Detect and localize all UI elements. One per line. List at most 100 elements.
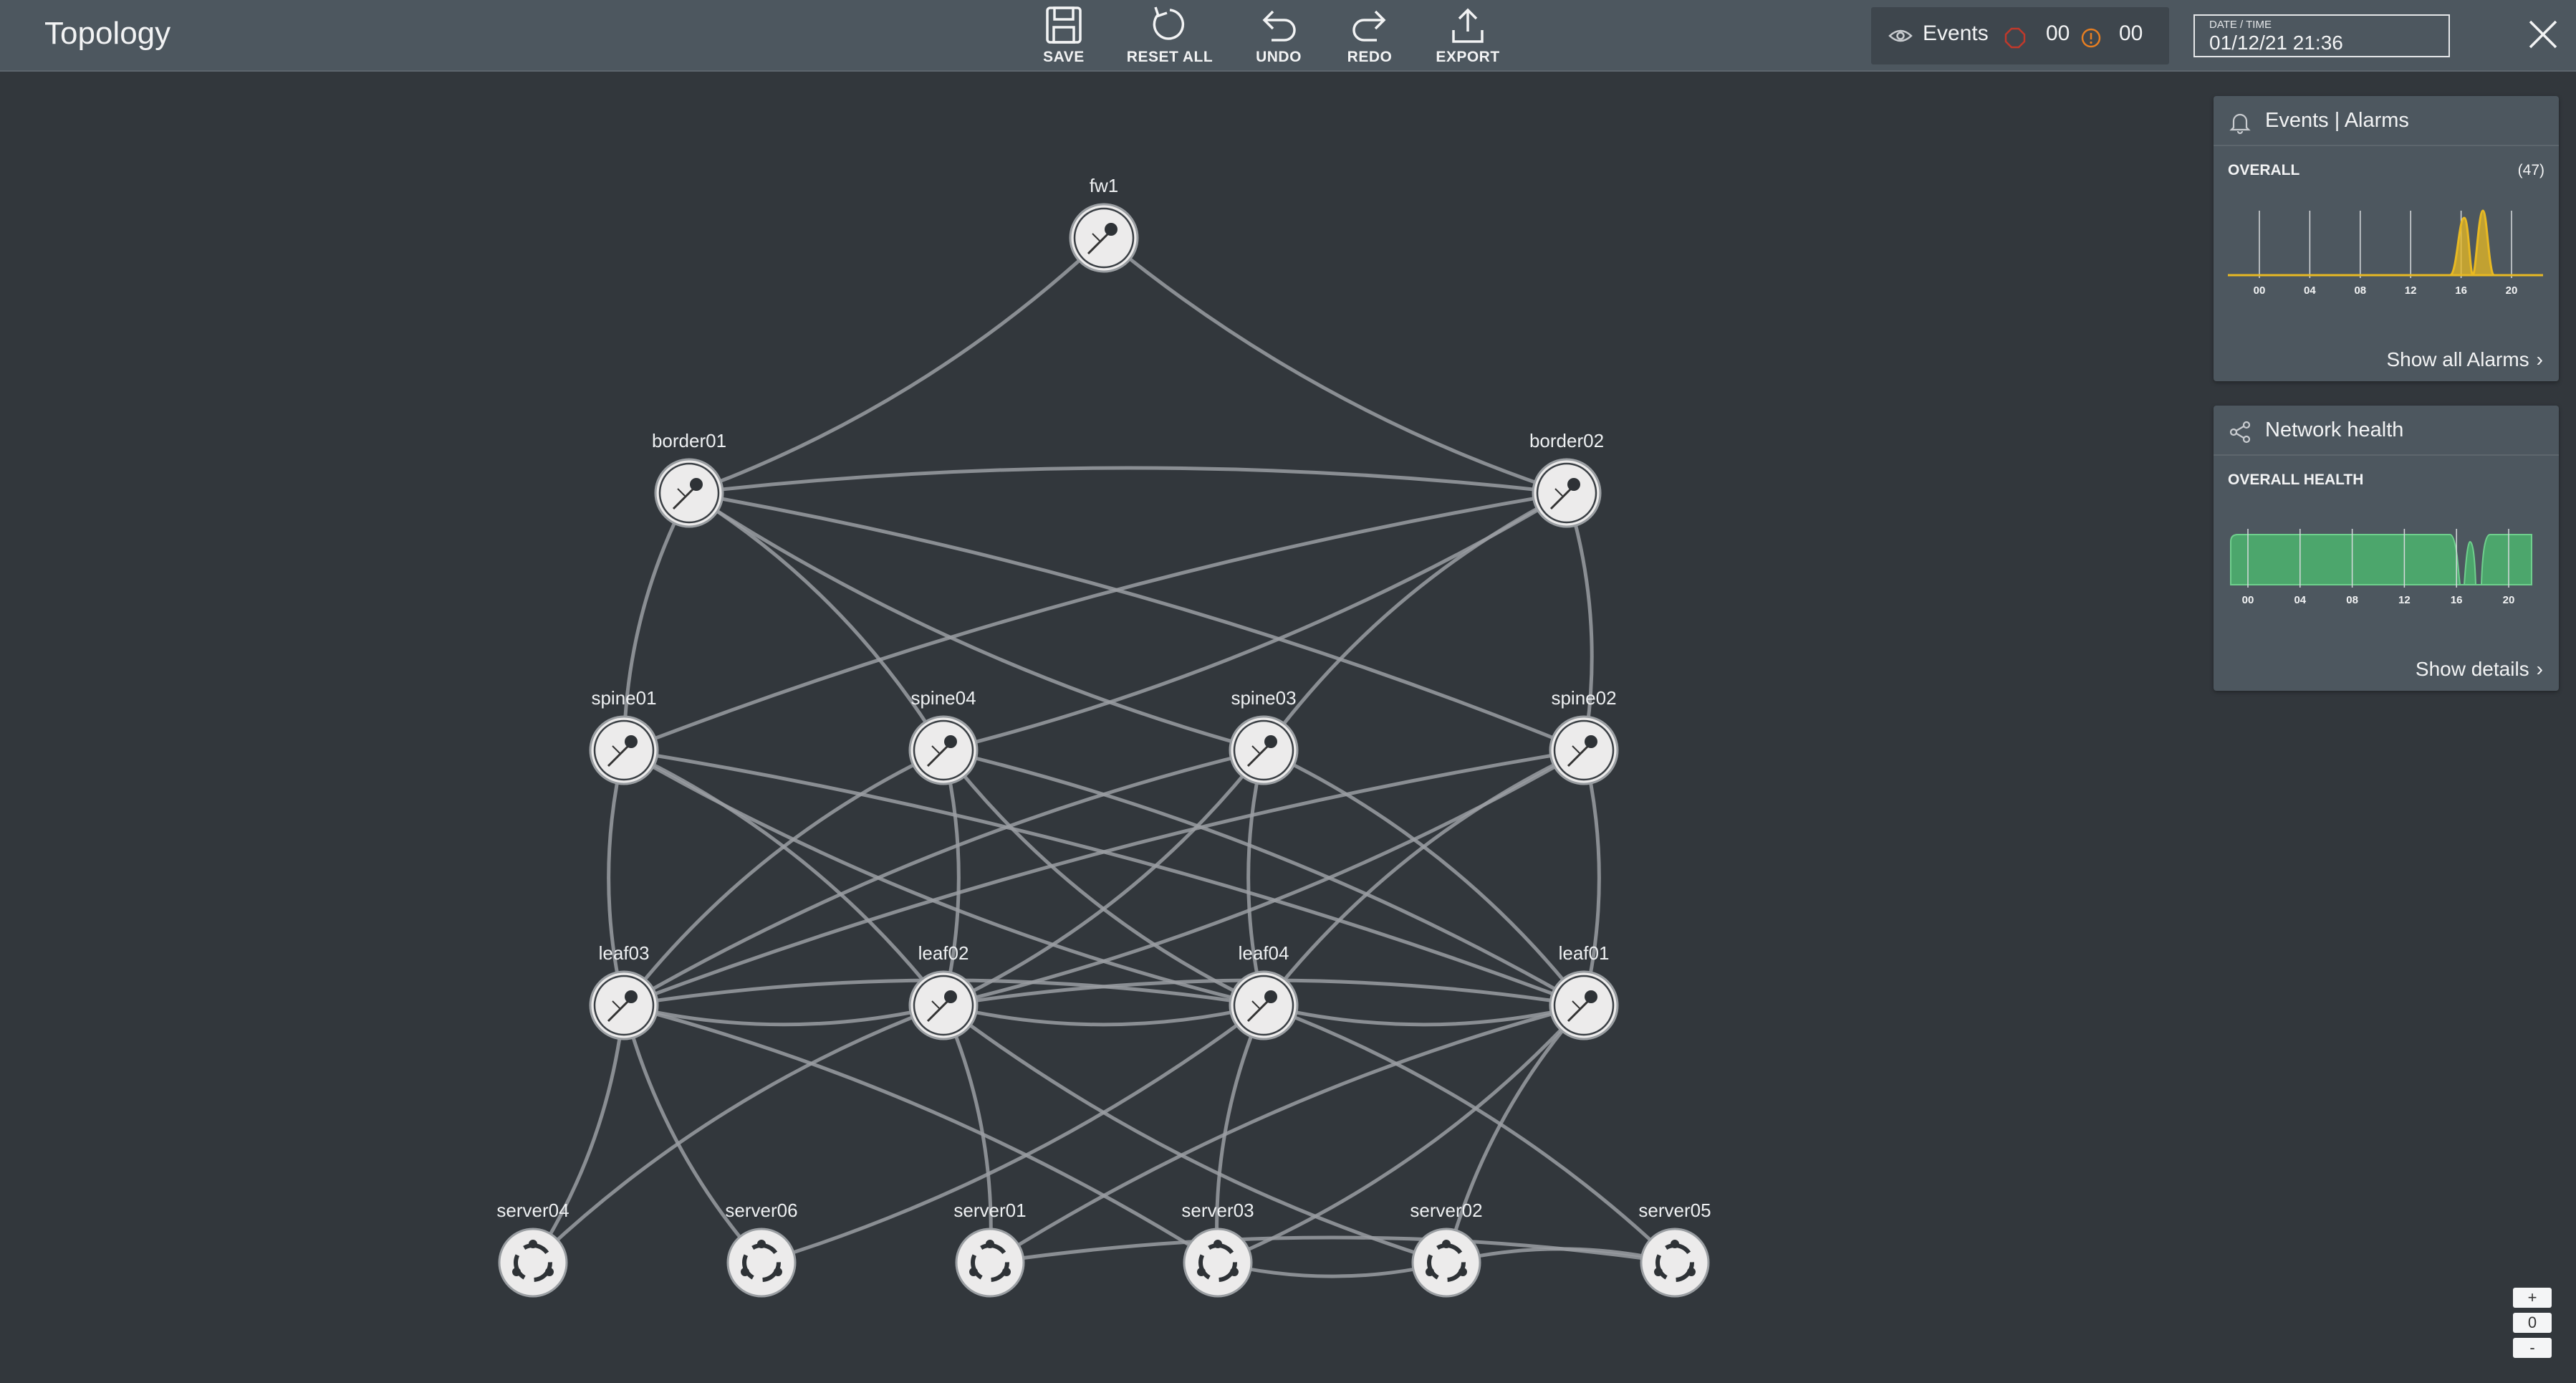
switch-icon: [908, 715, 979, 785]
show-details-link[interactable]: Show details ›: [2416, 658, 2543, 681]
alarms-chart-ticks: 00 04 08 12 16 20: [2254, 284, 2518, 297]
link-leaf03-leaf02[interactable]: [623, 1003, 944, 1027]
tick-label: 08: [2354, 284, 2366, 297]
node-leaf01[interactable]: leaf01: [1549, 942, 1619, 1040]
server-icon: [499, 1229, 567, 1296]
link-spine04-leaf04[interactable]: [942, 749, 1265, 1008]
alarms-overall-label: OVERALL: [2228, 162, 2300, 178]
node-spine02[interactable]: spine02: [1549, 687, 1619, 785]
link-border01-spine01[interactable]: [622, 492, 691, 751]
node-leaf03[interactable]: leaf03: [589, 942, 659, 1040]
link-spine04-leaf02[interactable]: [941, 750, 961, 1006]
network-health-title: Network health: [2265, 418, 2404, 441]
show-all-alarms-label: Show all Alarms: [2386, 348, 2529, 370]
link-spine02-leaf04[interactable]: [1262, 748, 1585, 1007]
link-leaf03-server04[interactable]: [531, 1005, 626, 1264]
node-label: server04: [496, 1200, 569, 1221]
show-details-label: Show details: [2415, 658, 2529, 680]
show-all-alarms-link[interactable]: Show all Alarms ›: [2386, 348, 2543, 371]
server-icon: [1641, 1229, 1708, 1296]
link-leaf01-server03[interactable]: [1217, 1004, 1585, 1265]
links-layer: [531, 236, 1676, 1278]
link-leaf04-server05[interactable]: [1263, 1003, 1676, 1264]
link-leaf02-leaf04[interactable]: [943, 1003, 1264, 1027]
node-label: leaf02: [918, 942, 969, 964]
link-border02-spine02[interactable]: [1565, 492, 1594, 751]
link-spine03-leaf01[interactable]: [1262, 748, 1585, 1007]
tick-label: 12: [2405, 284, 2417, 297]
events-alarms-panel: Events | Alarms OVERALL (47) 00 04 08 12 16 2…: [2214, 96, 2559, 381]
topology-graph[interactable]: fw1 border01 border02 spine01 spine04 spine03…: [0, 0, 2576, 1383]
tick-label: 00: [2254, 284, 2266, 297]
node-leaf04[interactable]: leaf04: [1229, 942, 1299, 1040]
link-border02-spine04[interactable]: [943, 491, 1568, 752]
link-leaf02-server01[interactable]: [941, 1004, 993, 1263]
node-spine03[interactable]: spine03: [1229, 687, 1299, 785]
zoom-out-button[interactable]: -: [2513, 1338, 2552, 1358]
link-leaf04-leaf01[interactable]: [1263, 1003, 1585, 1027]
node-label: leaf03: [599, 942, 650, 964]
node-server06[interactable]: server06: [725, 1200, 798, 1296]
link-spine01-leaf03[interactable]: [607, 750, 626, 1006]
link-leaf02-server02[interactable]: [942, 1004, 1447, 1265]
link-spine01-leaf04[interactable]: [623, 748, 1264, 1008]
link-spine02-leaf03[interactable]: [623, 748, 1585, 1008]
switch-icon: [589, 715, 659, 785]
node-spine01[interactable]: spine01: [589, 687, 659, 785]
switch-icon: [1532, 458, 1602, 528]
link-border01-border02[interactable]: [688, 466, 1567, 495]
node-label: server02: [1410, 1200, 1482, 1221]
node-server02[interactable]: server02: [1410, 1200, 1483, 1296]
server-icon: [1184, 1229, 1251, 1296]
node-leaf02[interactable]: leaf02: [908, 942, 979, 1040]
link-spine04-leaf03[interactable]: [623, 748, 945, 1007]
link-border02-spine01[interactable]: [623, 491, 1567, 752]
node-border02[interactable]: border02: [1529, 430, 1604, 528]
link-spine01-leaf02[interactable]: [623, 748, 945, 1007]
node-server04[interactable]: server04: [496, 1200, 569, 1296]
link-border01-spine03[interactable]: [688, 491, 1264, 752]
link-leaf04-server06[interactable]: [761, 1004, 1265, 1265]
node-label: leaf04: [1239, 942, 1289, 964]
alarms-chart: 00 04 08 12 16 20: [2228, 209, 2543, 297]
switch-icon: [1549, 715, 1619, 785]
link-border02-spine03[interactable]: [1261, 491, 1568, 752]
switch-icon: [654, 458, 724, 528]
node-label: fw1: [1090, 175, 1118, 196]
server-icon: [956, 1229, 1024, 1296]
zoom-in-button[interactable]: +: [2513, 1288, 2552, 1308]
node-label: server06: [725, 1200, 797, 1221]
node-label: server01: [953, 1200, 1026, 1221]
node-server05[interactable]: server05: [1638, 1200, 1711, 1296]
node-label: server03: [1181, 1200, 1254, 1221]
tick-label: 04: [2294, 594, 2306, 606]
link-spine03-leaf04[interactable]: [1246, 750, 1266, 1006]
node-spine04[interactable]: spine04: [908, 687, 979, 785]
alarms-count: (47): [2517, 162, 2544, 178]
node-server03[interactable]: server03: [1181, 1200, 1254, 1296]
zoom-reset-button[interactable]: 0: [2513, 1313, 2552, 1333]
link-spine04-leaf01[interactable]: [943, 748, 1585, 1008]
nodes-layer: fw1 border01 border02 spine01 spine04 spine03…: [496, 175, 1711, 1296]
node-label: leaf01: [1559, 942, 1610, 964]
overall-health-label: OVERALL HEALTH: [2228, 472, 2364, 488]
link-fw1-border02[interactable]: [1102, 236, 1567, 495]
link-leaf03-server03[interactable]: [623, 1003, 1219, 1265]
node-label: spine02: [1551, 687, 1616, 709]
link-spine03-leaf03[interactable]: [623, 748, 1264, 1008]
health-chart: 00 04 08 12 16 20: [2230, 529, 2532, 606]
tick-label: 04: [2304, 284, 2316, 297]
link-fw1-border01[interactable]: [688, 236, 1105, 495]
node-fw1[interactable]: fw1: [1069, 175, 1139, 273]
tick-label: 16: [2451, 594, 2463, 606]
link-spine03-leaf02[interactable]: [942, 749, 1265, 1008]
switch-icon: [1229, 970, 1299, 1040]
link-spine01-leaf01[interactable]: [623, 748, 1585, 1008]
node-server01[interactable]: server01: [953, 1200, 1027, 1296]
tick-label: 00: [2242, 594, 2254, 606]
link-spine02-leaf02[interactable]: [943, 748, 1585, 1008]
server-icon: [1413, 1229, 1480, 1296]
node-border01[interactable]: border01: [652, 430, 726, 528]
node-label: spine01: [591, 687, 656, 709]
link-spine02-leaf01[interactable]: [1582, 750, 1601, 1006]
